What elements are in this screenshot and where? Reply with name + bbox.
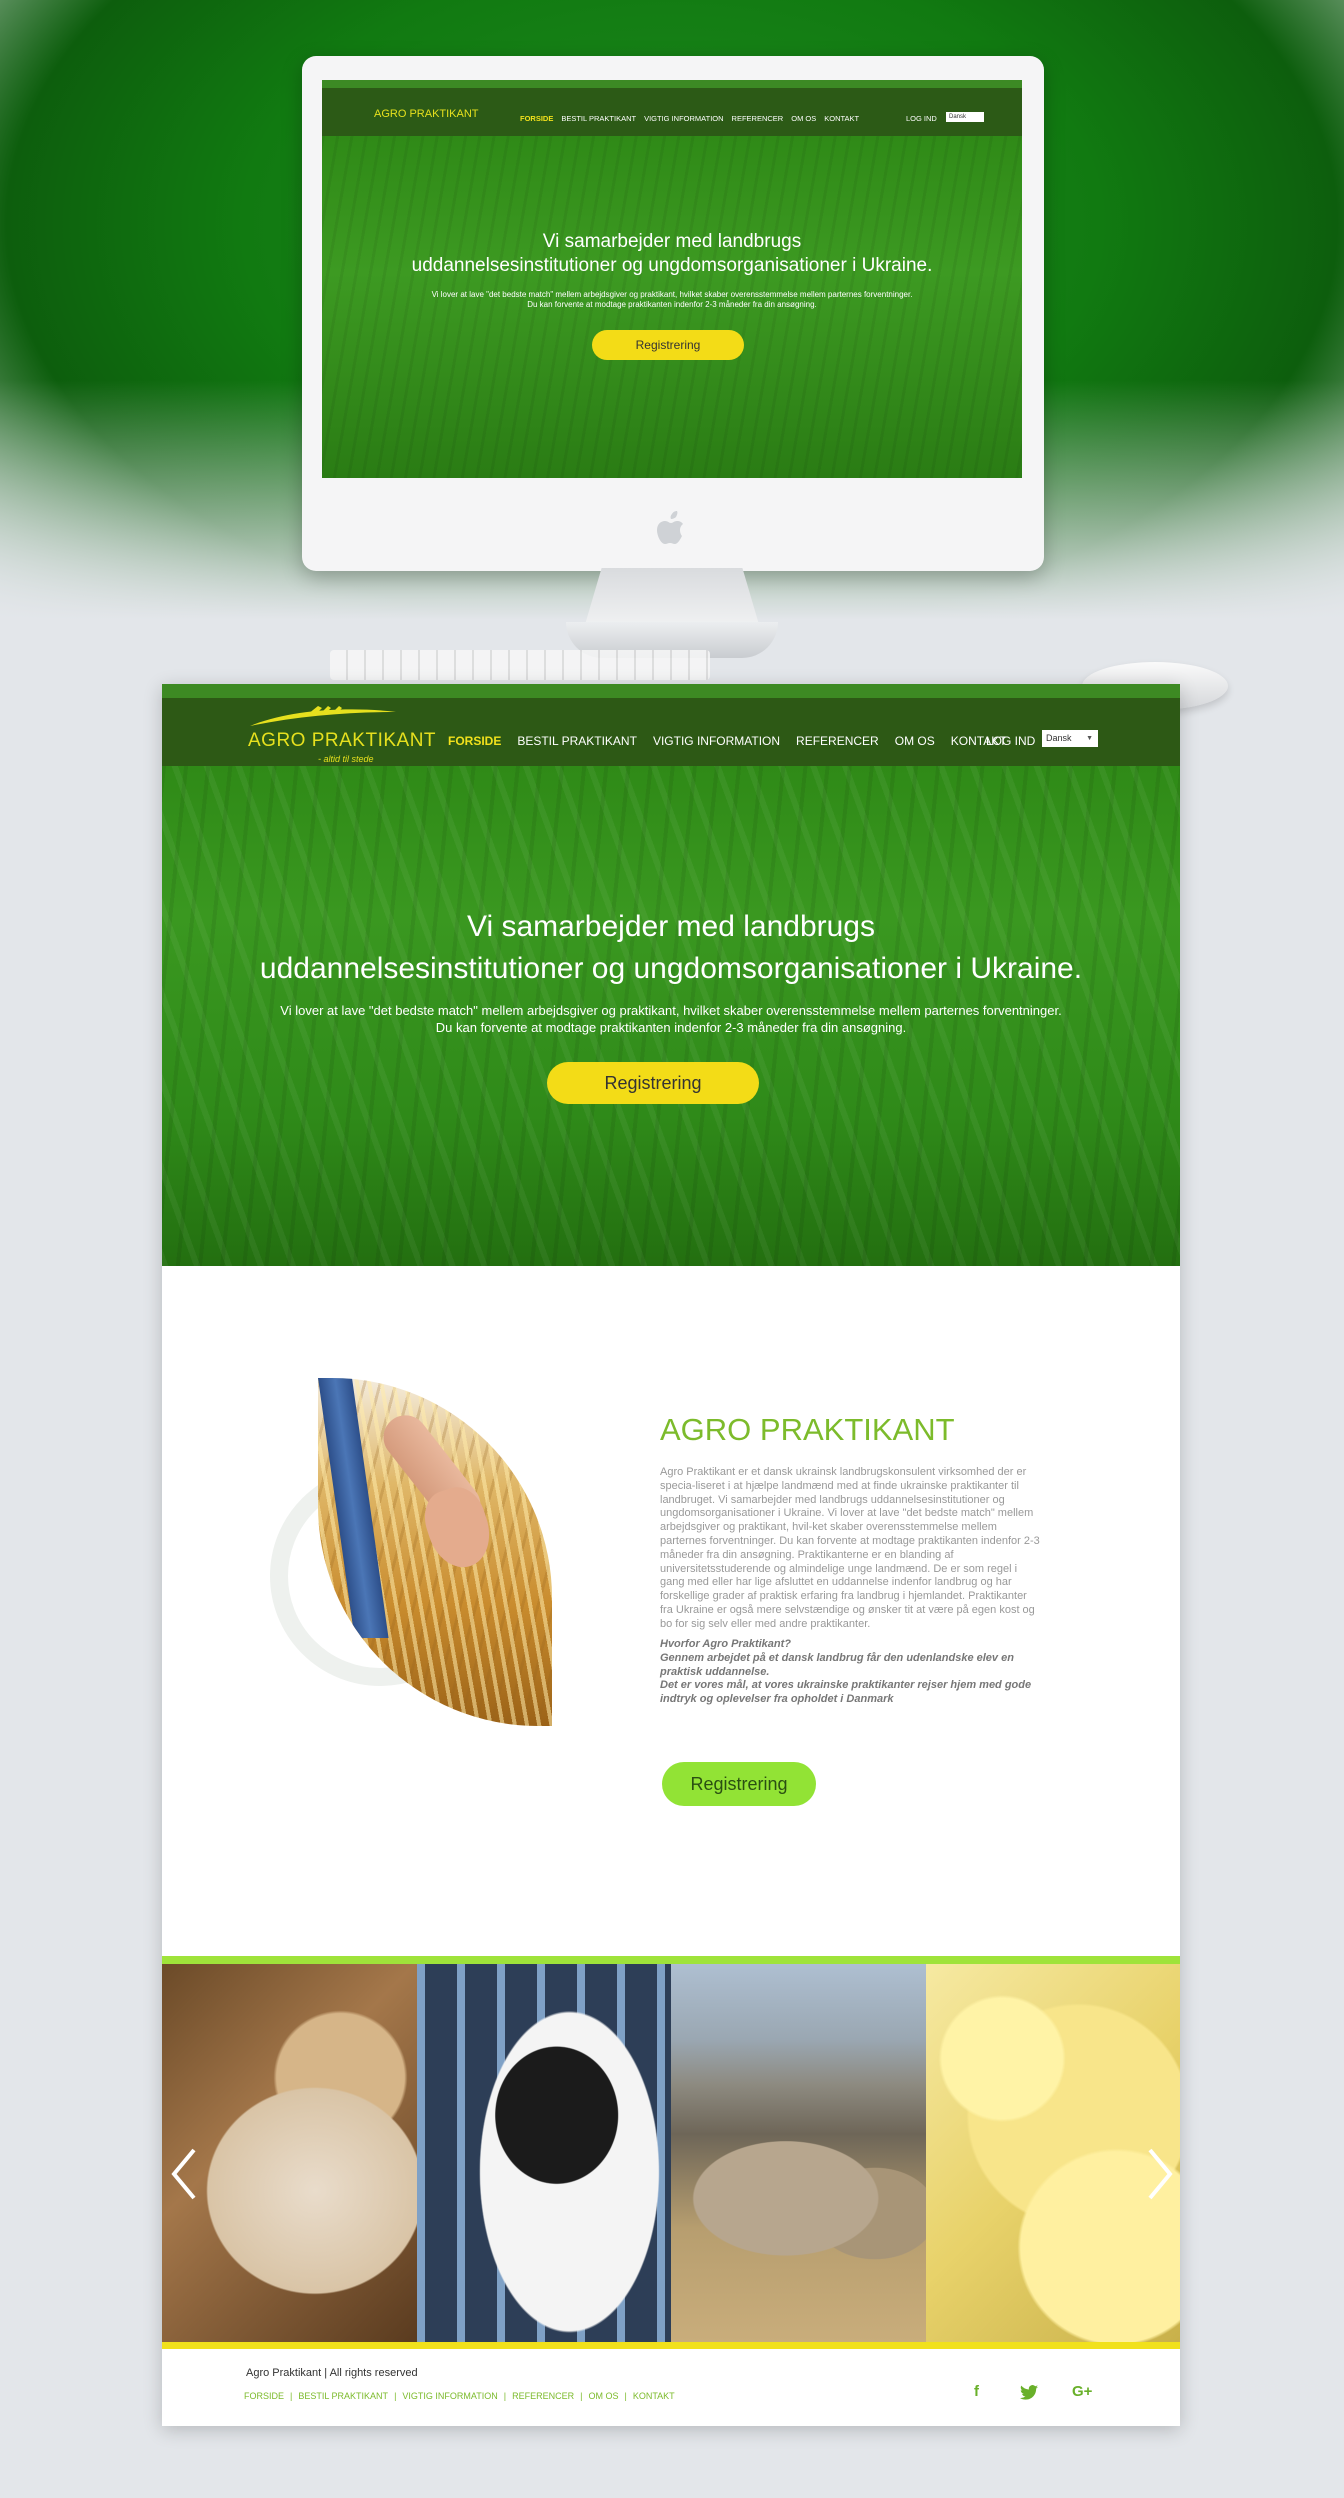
gallery-next-button[interactable] xyxy=(1146,2146,1174,2202)
footer-separator: | xyxy=(394,2391,397,2401)
footer-copyright: Agro Praktikant | All rights reserved xyxy=(246,2367,418,2379)
logo-word-agro: AGRO xyxy=(248,730,306,751)
hero-title-line2: uddannelsesinstitutioner og ungdomsorgan… xyxy=(259,952,1083,985)
mini-menu: FORSIDE BESTIL PRAKTIKANT VIGTIG INFORMA… xyxy=(520,114,859,123)
footer-link-kontakt[interactable]: KONTAKT xyxy=(633,2391,675,2401)
nav-forside[interactable]: FORSIDE xyxy=(448,734,501,748)
mini-hero-title: Vi samarbejder med landbrugs uddannelses… xyxy=(322,230,1022,278)
logo-title: AGRO PRAKTIKANT xyxy=(248,730,436,752)
main-menu: FORSIDE BESTIL PRAKTIKANT VIGTIG INFORMA… xyxy=(448,734,1007,748)
footer-link-om-os[interactable]: OM OS xyxy=(588,2391,618,2401)
hero-text: Vi lover at lave "det bedste match" mell… xyxy=(162,1002,1180,1036)
chicks-photo xyxy=(925,1964,1180,2342)
about-registrering-button[interactable]: Registrering xyxy=(662,1762,816,1806)
about-text: Agro Praktikant er et dansk ukrainsk lan… xyxy=(660,1466,1040,1630)
mini-navbar: AGRO PRAKTIKANT FORSIDE BESTIL PRAKTIKAN… xyxy=(322,80,1022,136)
apple-icon xyxy=(657,511,683,544)
mini-registrering-button[interactable]: Registrering xyxy=(592,330,744,360)
footer-top-bar xyxy=(162,2342,1180,2349)
mini-nav-forside[interactable]: FORSIDE xyxy=(520,114,553,123)
footer-separator: | xyxy=(624,2391,627,2401)
about-section: AGRO PRAKTIKANT Agro Praktikant er et da… xyxy=(162,1266,1180,1956)
hero-text-line2: Du kan forvente at modtage praktikanten … xyxy=(435,1020,907,1035)
mini-hero-title-line2: uddannelsesinstitutioner og ungdomsorgan… xyxy=(411,255,933,276)
about-title: AGRO PRAKTIKANT xyxy=(660,1412,955,1447)
twitter-bird-icon xyxy=(1020,2385,1038,2400)
footer-link-referencer[interactable]: REFERENCER xyxy=(512,2391,574,2401)
footer-separator: | xyxy=(580,2391,583,2401)
language-value: Dansk xyxy=(1046,733,1072,743)
hero-text-line1: Vi lover at lave "det bedste match" mell… xyxy=(280,1003,1062,1018)
gallery-top-bar xyxy=(162,1956,1180,1964)
hero-title: Vi samarbejder med landbrugs uddannelses… xyxy=(162,906,1180,990)
mini-nav-kontakt[interactable]: KONTAKT xyxy=(824,114,859,123)
chevron-right-icon xyxy=(1148,2148,1173,2200)
imac-chin xyxy=(302,494,1044,571)
mini-hero-text-line1: Vi lover at lave "det bedste match" mell… xyxy=(431,290,913,299)
mini-login-link[interactable]: LOG IND xyxy=(906,114,937,123)
twitter-icon[interactable] xyxy=(1020,2385,1038,2404)
about-question: Hvorfor Agro Praktikant? xyxy=(660,1638,792,1650)
footer-link-bestil[interactable]: BESTIL PRAKTIKANT xyxy=(298,2391,388,2401)
nav-vigtig-information[interactable]: VIGTIG INFORMATION xyxy=(653,734,780,748)
footer-separator: | xyxy=(503,2391,507,2401)
mini-hero-title-line1: Vi samarbejder med landbrugs xyxy=(542,231,802,252)
imac-mockup: AGRO PRAKTIKANT FORSIDE BESTIL PRAKTIKAN… xyxy=(302,56,1044,571)
logo-word-praktikant: PRAKTIKANT xyxy=(311,730,437,751)
imac-screen: AGRO PRAKTIKANT FORSIDE BESTIL PRAKTIKAN… xyxy=(322,80,1022,478)
imac-stand-neck xyxy=(584,568,760,628)
logo[interactable]: AGRO PRAKTIKANT - altid til stede xyxy=(238,704,436,764)
keyboard xyxy=(330,650,710,680)
mini-hero-text: Vi lover at lave "det bedste match" mell… xyxy=(322,290,1022,310)
mini-logo[interactable]: AGRO PRAKTIKANT xyxy=(374,108,479,120)
mini-hero: Vi samarbejder med landbrugs uddannelses… xyxy=(322,136,1022,478)
mini-language-select[interactable]: Dansk xyxy=(946,112,984,122)
nav-om-os[interactable]: OM OS xyxy=(895,734,935,748)
cow-photo xyxy=(416,1964,671,2342)
about-answer-1: Gennem arbejdet på et dansk landbrug får… xyxy=(660,1651,1014,1678)
language-select[interactable]: Dansk ▼ xyxy=(1042,730,1098,747)
chevron-left-icon xyxy=(171,2148,196,2200)
footer-links: FORSIDE | BESTIL PRAKTIKANT | VIGTIG INF… xyxy=(244,2391,675,2401)
login-link[interactable]: LOG IND xyxy=(986,734,1035,748)
nav-bestil-praktikant[interactable]: BESTIL PRAKTIKANT xyxy=(517,734,637,748)
footer-separator: | xyxy=(290,2391,293,2401)
hero-registrering-button[interactable]: Registrering xyxy=(547,1062,759,1104)
logo-tagline: - altid til stede xyxy=(318,754,374,764)
website-mockup: AGRO PRAKTIKANT - altid til stede FORSID… xyxy=(162,684,1180,2426)
goat-photo xyxy=(162,1964,417,2342)
footer-link-forside[interactable]: FORSIDE xyxy=(244,2391,284,2401)
gallery-prev-button[interactable] xyxy=(170,2146,198,2202)
animal-gallery xyxy=(162,1964,1180,2342)
footer-link-vigtig[interactable]: VIGTIG INFORMATION xyxy=(402,2391,497,2401)
about-why: Hvorfor Agro Praktikant? Gennem arbejdet… xyxy=(660,1638,1040,1707)
navbar: AGRO PRAKTIKANT - altid til stede FORSID… xyxy=(162,684,1180,766)
hero-section: Vi samarbejder med landbrugs uddannelses… xyxy=(162,766,1180,1266)
mini-hero-text-line2: Du kan forvente at modtage praktikanten … xyxy=(527,300,817,309)
mini-nav-vigtig[interactable]: VIGTIG INFORMATION xyxy=(644,114,723,123)
mini-nav-bestil[interactable]: BESTIL PRAKTIKANT xyxy=(561,114,636,123)
about-answer-2: Det er vores mål, at vores ukrainske pra… xyxy=(660,1679,1032,1706)
google-plus-icon[interactable]: G+ xyxy=(1072,2383,1092,2400)
sheep-photo xyxy=(671,1964,926,2342)
facebook-icon[interactable]: f xyxy=(974,2383,979,2400)
wheat-swoosh-icon xyxy=(250,706,396,726)
chevron-down-icon: ▼ xyxy=(1086,735,1093,742)
footer: Agro Praktikant | All rights reserved FO… xyxy=(162,2349,1180,2426)
mini-nav-referencer[interactable]: REFERENCER xyxy=(732,114,784,123)
nav-referencer[interactable]: REFERENCER xyxy=(796,734,879,748)
mini-nav-om-os[interactable]: OM OS xyxy=(791,114,816,123)
hero-title-line1: Vi samarbejder med landbrugs xyxy=(466,910,875,943)
